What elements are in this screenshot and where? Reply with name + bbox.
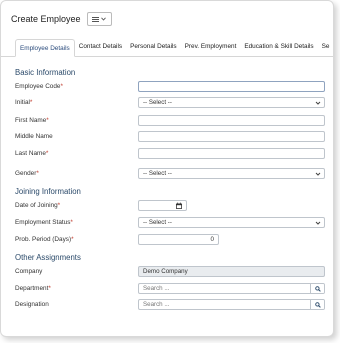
prob-period-value: 0 [210, 236, 214, 243]
search-icon [314, 301, 321, 308]
list-icon [92, 16, 100, 22]
date-of-joining-label-text: Date of Joining [15, 202, 58, 209]
gender-select[interactable]: -- Select -- [138, 168, 325, 179]
calendar-icon[interactable] [175, 202, 183, 210]
chevron-down-icon [101, 17, 106, 21]
employment-status-select[interactable]: -- Select -- [138, 217, 325, 228]
department-placeholder: Search ... [143, 285, 170, 292]
required-mark: * [57, 202, 61, 209]
initial-select[interactable]: -- Select -- [138, 97, 325, 108]
gender-label: Gender* [15, 170, 39, 177]
company-input: Demo Company [138, 266, 325, 277]
designation-placeholder: Search ... [143, 301, 170, 308]
prob-period-label: Prob. Period (Days)* [15, 236, 74, 243]
last-name-input[interactable] [138, 148, 325, 159]
required-mark: * [29, 99, 33, 106]
search-icon [314, 285, 321, 292]
required-mark: * [45, 150, 49, 157]
designation-label-text: Designation [15, 301, 49, 308]
middle-name-label-text: Middle Name [15, 133, 53, 140]
employee-code-label-text: Employee Code [15, 83, 61, 90]
section-basic-information: Basic Information [15, 68, 76, 77]
first-name-label-text: First Name [15, 117, 47, 124]
middle-name-input[interactable] [138, 131, 325, 142]
employee-code-label: Employee Code* [15, 83, 63, 90]
tab-personal-details[interactable]: Personal Details [126, 38, 181, 56]
tab-education-skill-details[interactable]: Education & Skill Details [240, 38, 317, 56]
date-of-joining-input[interactable] [138, 200, 187, 211]
required-mark: * [36, 170, 39, 177]
middle-name-label: Middle Name [15, 133, 53, 140]
designation-search-button[interactable] [310, 300, 324, 309]
last-name-label-text: Last Name [15, 150, 46, 157]
chevron-down-icon [315, 101, 321, 105]
chevron-down-icon [315, 221, 321, 225]
required-mark: * [46, 117, 49, 124]
company-label: Company [15, 268, 42, 275]
employee-code-input[interactable] [138, 81, 325, 92]
employment-status-selected-value: -- Select -- [143, 219, 172, 226]
section-joining-information: Joining Information [15, 187, 81, 196]
first-name-label: First Name* [15, 117, 49, 124]
prob-period-label-text: Prob. Period (Days) [15, 236, 72, 243]
tab-contact-details[interactable]: Contact Details [75, 38, 126, 56]
department-search-button[interactable] [310, 284, 324, 293]
designation-label: Designation [15, 301, 49, 308]
page-title: Create Employee [11, 14, 81, 24]
required-mark: * [60, 83, 63, 90]
designation-search-input[interactable]: Search ... [138, 299, 325, 310]
company-value: Demo Company [143, 268, 188, 275]
chevron-down-icon [315, 172, 321, 176]
employment-status-label: Employment Status* [15, 219, 73, 226]
prob-period-input[interactable]: 0 [138, 234, 219, 245]
tab-prev-employment[interactable]: Prev. Employment [181, 38, 241, 56]
gender-selected-value: -- Select -- [143, 170, 172, 177]
department-search-input[interactable]: Search ... [138, 283, 325, 294]
gender-label-text: Gender [15, 170, 37, 177]
required-mark: * [48, 285, 51, 292]
first-name-input[interactable] [138, 115, 325, 126]
initial-label-text: Initial [15, 99, 30, 106]
date-of-joining-label: Date of Joining* [15, 202, 60, 209]
create-employee-panel: Create Employee Employee Details Contact… [0, 0, 334, 337]
required-mark: * [71, 236, 74, 243]
header: Create Employee [11, 11, 112, 27]
company-label-text: Company [15, 268, 43, 275]
section-other-assignments: Other Assignments [15, 253, 81, 262]
tab-bar: Employee Details Contact Details Persona… [1, 38, 333, 57]
initial-selected-value: -- Select -- [143, 99, 172, 106]
department-label: Department* [15, 285, 51, 292]
required-mark: * [70, 219, 73, 226]
employment-status-label-text: Employment Status [15, 219, 71, 226]
tab-employee-details[interactable]: Employee Details [15, 39, 75, 57]
menu-dropdown-button[interactable] [86, 12, 112, 26]
last-name-label: Last Name* [15, 150, 48, 157]
department-label-text: Department [15, 285, 49, 292]
tab-more[interactable]: Se [318, 38, 333, 56]
initial-label: Initial* [15, 99, 32, 106]
